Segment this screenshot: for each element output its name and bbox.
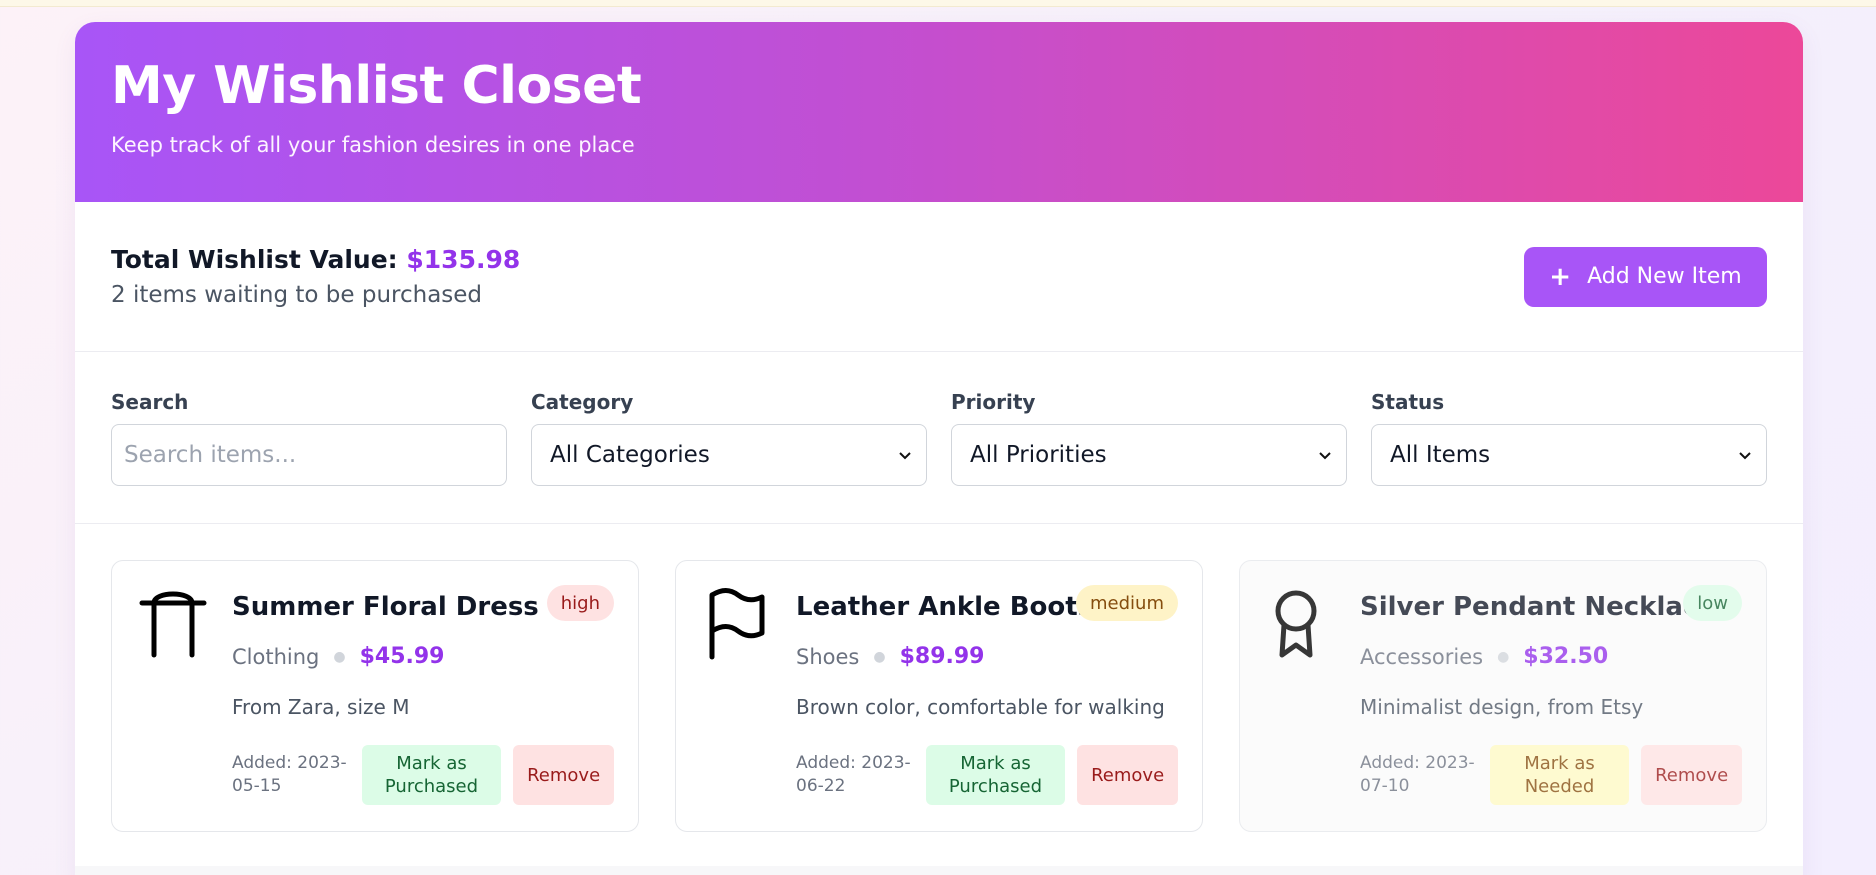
wishlist-app: My Wishlist Closet Keep track of all you…	[75, 22, 1803, 875]
priority-select[interactable]: All Priorities	[951, 424, 1347, 486]
card-footer: Added: 2023-07-10 Mark as Needed Remove	[1360, 745, 1742, 805]
card-body: Leather Ankle Boots Shoes ● $89.99 Brown…	[796, 592, 1178, 805]
category-selected: All Categories	[550, 442, 710, 468]
search-label: Search	[111, 390, 189, 414]
category-filter: Category All Categories	[531, 390, 927, 523]
item-meta: Accessories ● $32.50	[1360, 644, 1742, 669]
status-filter: Status All Items	[1371, 390, 1767, 523]
item-category: Shoes	[796, 644, 860, 669]
card-footer: Added: 2023-06-22 Mark as Purchased Remo…	[796, 745, 1178, 805]
priority-label: Priority	[951, 390, 1036, 414]
item-category: Accessories	[1360, 644, 1484, 669]
item-category: Clothing	[232, 644, 320, 669]
flag-icon	[709, 588, 765, 660]
bottom-strip	[75, 866, 1803, 875]
shirt-icon	[139, 591, 207, 658]
top-strip	[0, 0, 1876, 7]
item-price: $89.99	[899, 644, 985, 669]
separator-dot: ●	[873, 648, 886, 665]
plus-icon: +	[1549, 261, 1572, 292]
category-label: Category	[531, 390, 634, 414]
priority-selected: All Priorities	[970, 442, 1107, 468]
card-body: Silver Pendant Necklace Accessories ● $3…	[1360, 592, 1742, 805]
item-note: Minimalist design, from Etsy	[1360, 695, 1644, 719]
separator-dot: ●	[333, 648, 346, 665]
status-selected: All Items	[1390, 442, 1491, 468]
item-price: $32.50	[1523, 644, 1609, 669]
item-added-date: Added: 2023-07-10	[1360, 753, 1475, 796]
page-title: My Wishlist Closet	[111, 56, 642, 116]
chevron-down-icon	[899, 452, 911, 460]
card-footer: Added: 2023-05-15 Mark as Purchased Remo…	[232, 745, 614, 805]
category-select[interactable]: All Categories	[531, 424, 927, 486]
add-new-item-button[interactable]: + Add New Item	[1524, 246, 1767, 307]
mark-purchased-button[interactable]: Mark as Purchased	[361, 745, 502, 805]
status-label: Status	[1371, 390, 1445, 414]
summary-bar: Total Wishlist Value: $135.98 2 items wa…	[75, 202, 1803, 352]
item-note: From Zara, size M	[232, 695, 410, 719]
search-input[interactable]: Search items...	[111, 424, 507, 486]
page-subtitle: Keep track of all your fashion desires i…	[111, 133, 635, 158]
card-body: Summer Floral Dress Clothing ● $45.99 Fr…	[232, 592, 614, 805]
search-filter: Search Search items...	[111, 390, 507, 523]
priority-filter: Priority All Priorities	[951, 390, 1347, 523]
wishlist-card: high Summer Floral Dress Clothing ● $45.…	[111, 560, 639, 832]
total-value: Total Wishlist Value: $135.98	[111, 245, 520, 274]
item-meta: Clothing ● $45.99	[232, 644, 614, 669]
separator-dot: ●	[1497, 648, 1510, 665]
remove-button[interactable]: Remove	[1641, 745, 1742, 805]
item-price: $45.99	[359, 644, 445, 669]
chevron-down-icon	[1319, 452, 1331, 460]
add-new-item-label: Add New Item	[1587, 264, 1742, 289]
mark-purchased-button[interactable]: Mark as Purchased	[925, 745, 1066, 805]
priority-badge: low	[1683, 585, 1742, 621]
remove-button[interactable]: Remove	[513, 745, 614, 805]
remove-button[interactable]: Remove	[1077, 745, 1178, 805]
wishlist-card: low Silver Pendant Necklace Accessories …	[1239, 560, 1767, 832]
item-note: Brown color, comfortable for walking	[796, 695, 1165, 719]
status-select[interactable]: All Items	[1371, 424, 1767, 486]
item-added-date: Added: 2023-05-15	[232, 753, 347, 796]
wishlist-card: medium Leather Ankle Boots Shoes ● $89.9…	[675, 560, 1203, 832]
items-count: 2 items waiting to be purchased	[111, 282, 483, 308]
page-header: My Wishlist Closet Keep track of all you…	[75, 22, 1803, 202]
award-icon	[1275, 590, 1317, 658]
chevron-down-icon	[1739, 452, 1751, 460]
total-amount: $135.98	[406, 245, 521, 274]
summary-text: Total Wishlist Value: $135.98 2 items wa…	[111, 245, 520, 308]
filters-bar: Search Search items... Category All Cate…	[75, 352, 1803, 524]
item-added-date: Added: 2023-06-22	[796, 753, 911, 796]
priority-badge: high	[546, 585, 614, 621]
total-label: Total Wishlist Value:	[111, 245, 398, 274]
wishlist-items: high Summer Floral Dress Clothing ● $45.…	[75, 524, 1803, 832]
item-meta: Shoes ● $89.99	[796, 644, 1178, 669]
priority-badge: medium	[1076, 585, 1178, 621]
search-placeholder: Search items...	[124, 442, 297, 468]
mark-needed-button[interactable]: Mark as Needed	[1489, 745, 1630, 805]
